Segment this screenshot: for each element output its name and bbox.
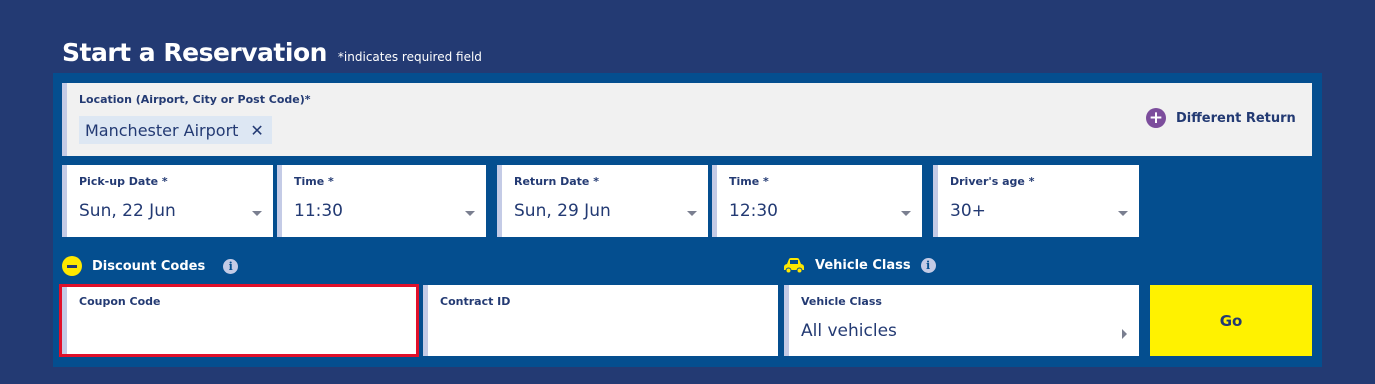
plus-circle-icon: + [1146, 108, 1166, 128]
clear-location-icon[interactable]: ✕ [250, 121, 263, 140]
location-field[interactable]: Location (Airport, City or Post Code)* M… [62, 83, 1312, 156]
form-header: Start a Reservation *indicates required … [62, 38, 482, 67]
chevron-down-icon [1118, 211, 1128, 216]
return-time-label: Time * [729, 175, 769, 188]
page-title: Start a Reservation [62, 38, 327, 67]
coupon-code-field[interactable]: Coupon Code [62, 285, 417, 356]
vehicle-class-value: All vehicles [801, 321, 897, 341]
return-date-select[interactable]: Return Date * Sun, 29 Jun [497, 165, 708, 237]
vehicle-class-heading: Vehicle Class i [783, 256, 936, 274]
pickup-time-value: 11:30 [294, 201, 343, 221]
pickup-date-select[interactable]: Pick-up Date * Sun, 22 Jun [62, 165, 273, 237]
chevron-down-icon [252, 211, 262, 216]
return-time-value: 12:30 [729, 201, 778, 221]
car-icon [784, 258, 804, 274]
discount-codes-label: Discount Codes [92, 258, 206, 274]
info-icon[interactable]: i [920, 257, 936, 273]
coupon-code-label: Coupon Code [79, 295, 161, 308]
chevron-down-icon [901, 211, 911, 216]
chevron-down-icon [465, 211, 475, 216]
different-return-label: Different Return [1176, 110, 1296, 126]
return-date-value: Sun, 29 Jun [514, 201, 611, 221]
info-icon[interactable]: i [223, 258, 239, 274]
different-return-button[interactable]: + Different Return [1146, 108, 1296, 128]
pickup-time-label: Time * [294, 175, 334, 188]
location-chip: Manchester Airport ✕ [79, 116, 272, 144]
location-value: Manchester Airport [85, 120, 239, 140]
return-time-select[interactable]: Time * 12:30 [712, 165, 922, 237]
chevron-right-icon [1122, 329, 1127, 339]
drivers-age-select[interactable]: Driver's age * 30+ [933, 165, 1139, 237]
chevron-down-icon [687, 211, 697, 216]
required-field-note: *indicates required field [337, 50, 482, 64]
drivers-age-label: Driver's age * [950, 175, 1035, 188]
pickup-date-label: Pick-up Date * [79, 175, 168, 188]
minus-circle-icon [62, 256, 82, 276]
location-label: Location (Airport, City or Post Code)* [79, 93, 311, 106]
pickup-time-select[interactable]: Time * 11:30 [277, 165, 486, 237]
vehicle-class-select[interactable]: Vehicle Class All vehicles [784, 285, 1139, 356]
go-button[interactable]: Go [1150, 285, 1312, 356]
vehicle-class-label: Vehicle Class [801, 295, 882, 308]
vehicle-class-section-label: Vehicle Class [815, 257, 911, 273]
drivers-age-value: 30+ [950, 201, 986, 221]
pickup-date-value: Sun, 22 Jun [79, 201, 176, 221]
contract-id-label: Contract ID [440, 295, 511, 308]
return-date-label: Return Date * [514, 175, 599, 188]
discount-codes-toggle[interactable]: Discount Codes i [62, 256, 239, 276]
contract-id-field[interactable]: Contract ID [423, 285, 778, 356]
